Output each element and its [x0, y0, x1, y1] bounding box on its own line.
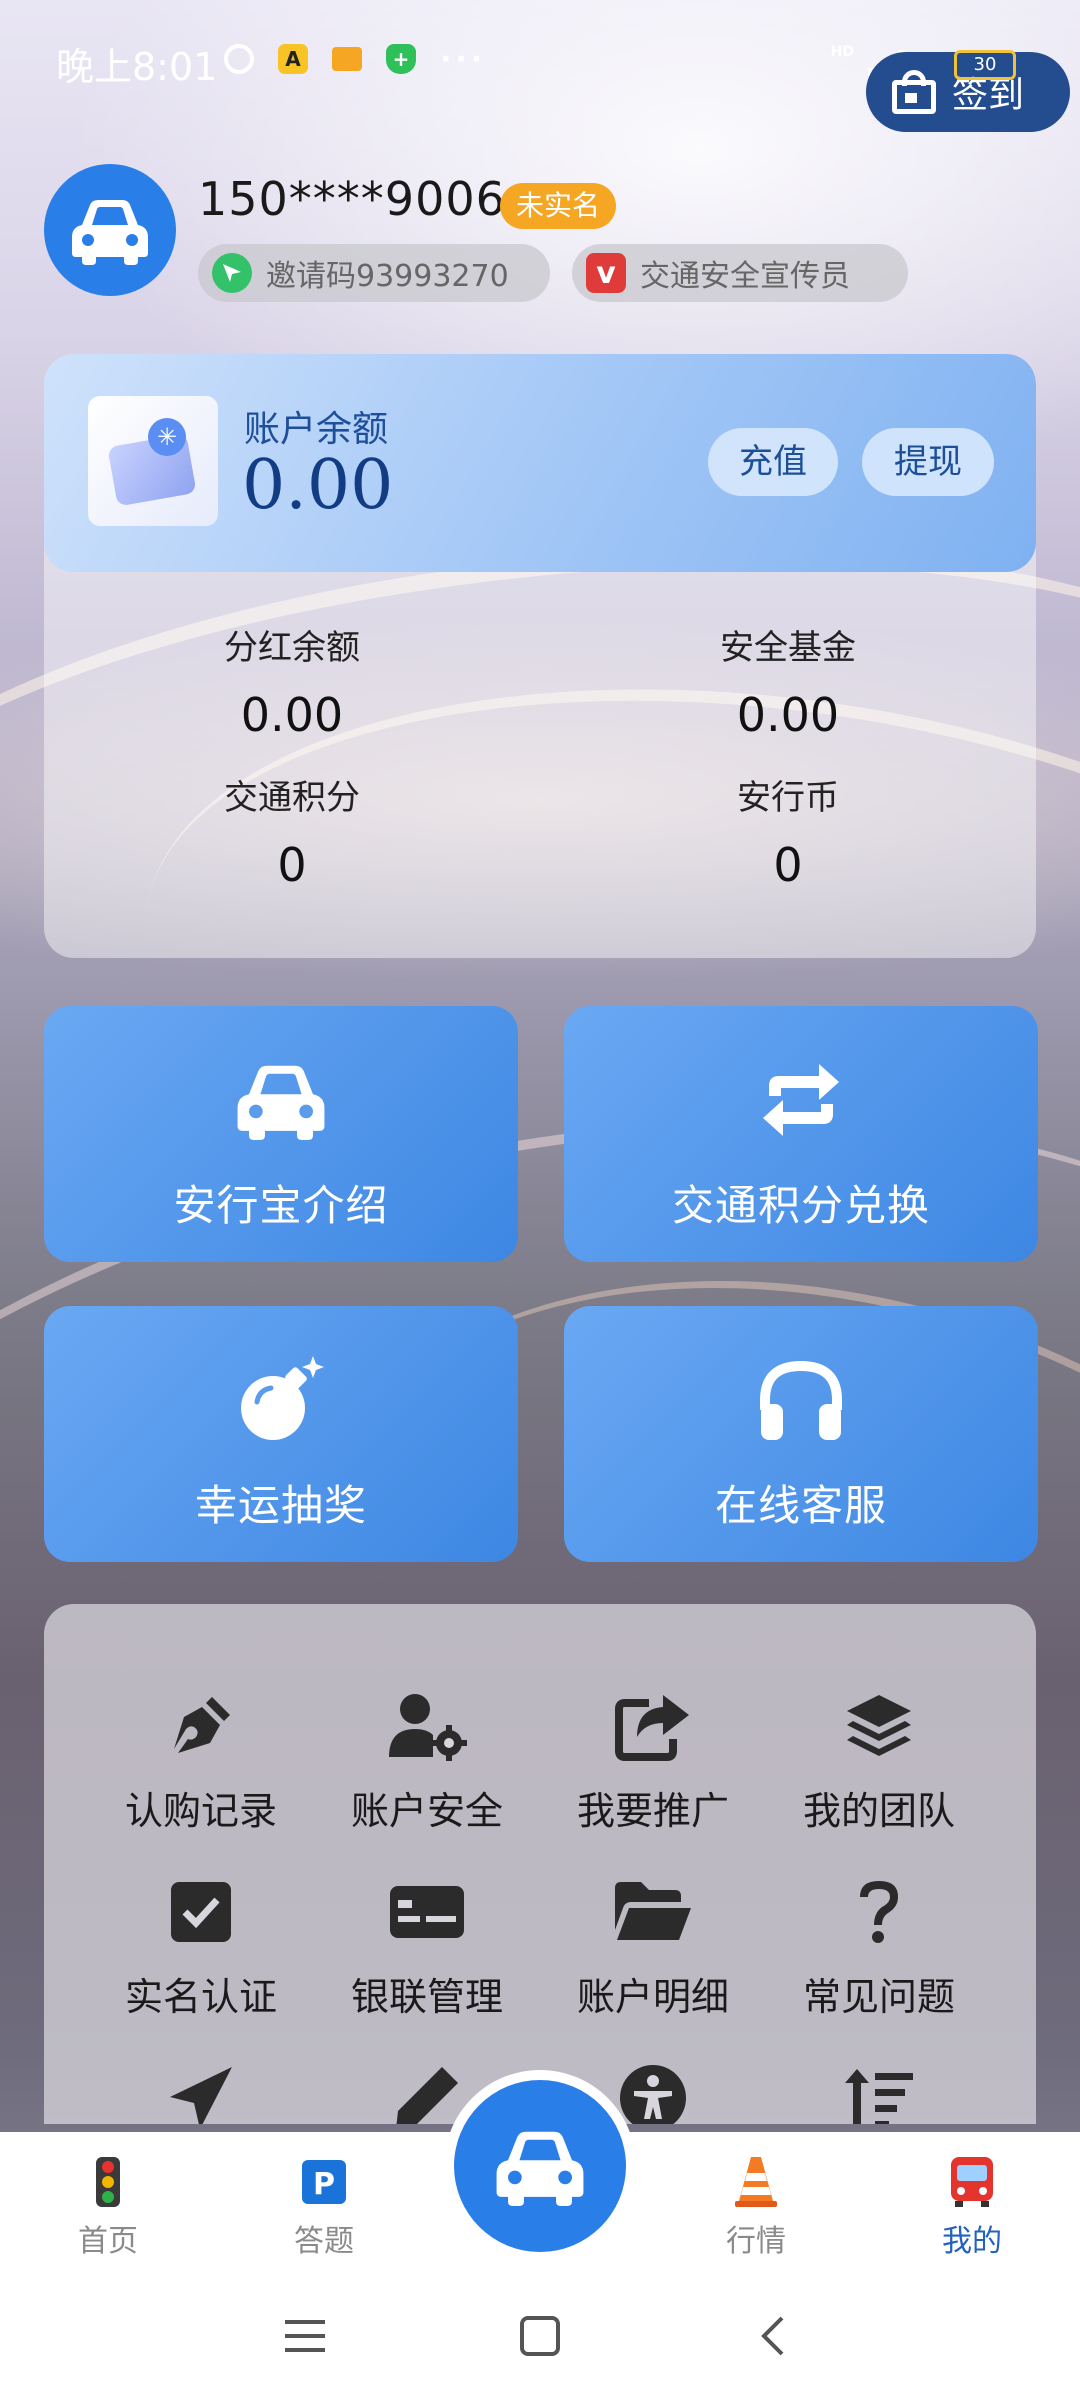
balance-value: 0.00	[242, 446, 394, 525]
nav-center-button[interactable]	[444, 2070, 636, 2262]
gift-bag-icon	[892, 70, 936, 114]
safety-fund-label: 安全基金	[720, 628, 856, 668]
pencil-icon	[387, 2058, 467, 2124]
check-square-icon	[161, 1872, 241, 1952]
share-icon	[613, 1686, 693, 1766]
tile-anxingbao-intro[interactable]: 安行宝介绍	[44, 1006, 518, 1262]
back-chevron-icon[interactable]	[738, 2304, 808, 2368]
car-icon	[496, 2131, 584, 2206]
dividend-balance-label: 分红余额	[224, 628, 360, 668]
menu-item-account-security[interactable]: 账户安全	[314, 1686, 540, 1836]
invite-code: 邀请码93993270	[266, 259, 509, 294]
nav-label: 我的	[942, 2224, 1002, 2259]
v-badge-icon: v	[586, 253, 626, 293]
anxing-coin-label: 安行币	[737, 778, 839, 818]
user-gear-icon	[387, 1686, 467, 1766]
car-icon	[231, 1050, 331, 1150]
balance-card: ✳ 账户余额 0.00 充值 提现 分红余额 0.00 安全基金 0.00 交通…	[44, 354, 1036, 958]
traffic-cone-icon	[728, 2154, 784, 2210]
menu-item-unionpay[interactable]: 银联管理	[314, 1872, 540, 2022]
avatar[interactable]	[44, 164, 176, 296]
menu-label: 我的团队	[802, 1789, 955, 1833]
safety-fund-value: 0.00	[736, 688, 840, 742]
dividend-balance-value: 0.00	[240, 688, 344, 742]
menu-panel: 认购记录 账户安全 我要推广 我的团队 实名认证 银联管理 账户明细 常见问题	[44, 1604, 1036, 2124]
invite-code-chip[interactable]: 邀请码93993270	[198, 244, 550, 302]
card-icon	[387, 1872, 467, 1952]
tile-label: 交通积分兑换	[671, 1181, 930, 1230]
recharge-button[interactable]: 充值	[708, 428, 838, 496]
question-icon	[839, 1872, 919, 1952]
menu-item-my-team[interactable]: 我的团队	[766, 1686, 992, 1836]
menu-icon[interactable]	[270, 2304, 340, 2368]
status-time: 晚上8:01	[56, 45, 218, 89]
svg-text:P: P	[313, 2167, 335, 2202]
tile-label: 在线客服	[714, 1481, 887, 1530]
exchange-icon	[751, 1050, 851, 1150]
tile-online-service[interactable]: 在线客服	[564, 1306, 1038, 1562]
hd-label: HD	[830, 44, 854, 60]
wallet-icon: ✳	[88, 396, 218, 526]
traffic-points-value: 0	[277, 838, 307, 892]
menu-label: 银联管理	[350, 1975, 503, 2019]
accessibility-icon	[613, 2058, 693, 2124]
pen-nib-icon	[161, 1686, 241, 1766]
nav-label: 首页	[78, 2224, 138, 2259]
traffic-points-label: 交通积分	[224, 778, 360, 818]
system-nav-bar	[0, 2272, 1080, 2400]
message-icon	[332, 47, 362, 71]
app-a-icon: A	[278, 44, 308, 74]
headphones-icon	[751, 1350, 851, 1450]
parking-icon: P	[296, 2154, 352, 2210]
nav-center-circle	[454, 2080, 626, 2252]
send-icon	[212, 253, 252, 293]
bomb-icon	[231, 1350, 331, 1450]
status-notification-icons: A + ···	[224, 41, 487, 77]
menu-label: 账户明细	[576, 1975, 729, 2019]
bus-icon	[944, 2154, 1000, 2210]
nav-mine[interactable]: 我的	[902, 2154, 1042, 2260]
tile-label: 幸运抽奖	[194, 1481, 367, 1530]
menu-item-promote[interactable]: 我要推广	[540, 1686, 766, 1836]
nav-label: 行情	[726, 2224, 786, 2259]
unverified-badge[interactable]: 未实名	[500, 183, 617, 229]
menu-item-send[interactable]	[88, 2058, 314, 2124]
nav-label: 答题	[294, 2224, 354, 2259]
menu-item-real-name-auth[interactable]: 实名认证	[88, 1872, 314, 2022]
menu-item-subscription-records[interactable]: 认购记录	[88, 1686, 314, 1836]
user-phone: 150****9006	[198, 172, 506, 226]
shield-icon: +	[386, 44, 416, 74]
layers-icon	[839, 1686, 919, 1766]
car-icon	[72, 200, 148, 265]
menu-label: 认购记录	[124, 1789, 277, 1833]
traffic-light-icon	[80, 2154, 136, 2210]
nav-home[interactable]: 首页	[38, 2154, 178, 2260]
role-chip[interactable]: v 交通安全宣传员	[572, 244, 908, 302]
tile-label: 安行宝介绍	[173, 1181, 389, 1230]
home-square-icon[interactable]	[505, 2304, 575, 2368]
folder-open-icon	[613, 1872, 693, 1952]
alarm-icon	[224, 44, 254, 74]
nav-market[interactable]: 行情	[686, 2154, 826, 2260]
nav-quiz[interactable]: P 答题	[254, 2154, 394, 2260]
menu-label: 我要推广	[576, 1789, 729, 1833]
menu-label: 账户安全	[350, 1789, 503, 1833]
paper-plane-icon	[161, 2058, 241, 2124]
balance-label: 账户余额	[244, 409, 389, 450]
menu-label: 常见问题	[802, 1975, 955, 2019]
role-label: 交通安全宣传员	[640, 259, 850, 294]
battery-icon: 30	[954, 50, 1016, 80]
menu-label: 实名认证	[124, 1975, 277, 2019]
menu-item-faq[interactable]: 常见问题	[766, 1872, 992, 2022]
sort-icon	[839, 2058, 919, 2124]
anxing-coin-value: 0	[773, 838, 803, 892]
account-balance-panel: ✳ 账户余额 0.00 充值 提现	[44, 354, 1036, 572]
menu-item-account-details[interactable]: 账户明细	[540, 1872, 766, 2022]
tile-points-exchange[interactable]: 交通积分兑换	[564, 1006, 1038, 1262]
withdraw-button[interactable]: 提现	[862, 428, 994, 496]
more-dots-icon: ···	[440, 41, 487, 77]
menu-item-sort[interactable]	[766, 2058, 992, 2124]
tile-lucky-draw[interactable]: 幸运抽奖	[44, 1306, 518, 1562]
